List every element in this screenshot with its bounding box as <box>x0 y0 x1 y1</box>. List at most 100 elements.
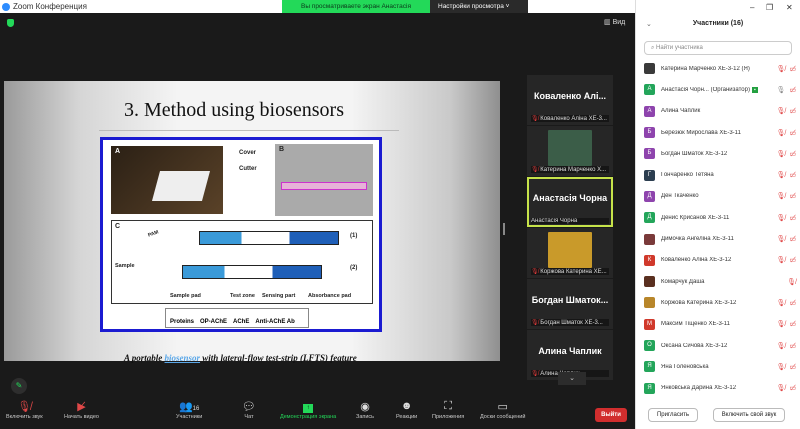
participant-row[interactable]: М Максим Тіщенко ХЕ-3-11 🎙︎̸ ▭̸ <box>644 314 796 335</box>
meeting-area: ▥ Вид 3. Method using biosensors A B Cov… <box>0 13 635 429</box>
participant-status: 🎙︎̸ <box>770 278 796 286</box>
slide-title: 3. Method using biosensors <box>124 99 344 121</box>
video-off-icon: ▭̸ <box>789 172 796 180</box>
search-placeholder: Найти участника <box>656 45 703 51</box>
participant-row[interactable]: Д Денис Крисанов ХЕ-3-11 🎙︎̸ ▭̸ <box>644 207 796 228</box>
video-tile[interactable]: Анастасія Чорна Анастасія Чорна <box>527 177 613 227</box>
video-off-icon: ▭̸ <box>789 363 796 371</box>
gallery-scroll-down-button[interactable]: ⌄ <box>558 372 586 385</box>
splitter-handle[interactable] <box>503 223 505 235</box>
caption-text: with lateral-flow test-strip (LFTS) feat… <box>200 353 357 363</box>
avatar: Б <box>644 127 655 139</box>
chat-button[interactable]: 💬︎ Чат <box>242 400 256 420</box>
video-tile[interactable]: Коваленко Алі... 🎙︎̸ Коваленко Аліна ХЕ-3… <box>527 75 613 125</box>
mic-muted-icon: 🎙︎̸ <box>776 257 786 265</box>
participant-row[interactable]: Б Березюк Мирослава ХЕ-3-11 🎙︎̸ ▭̸ <box>644 122 796 143</box>
participants-title: Участники (16) <box>692 20 744 27</box>
participant-status: 🎙︎̸ ▭̸ <box>770 299 796 307</box>
cover-label: Cover <box>239 150 257 156</box>
apps-button[interactable]: ⛶ Приложения <box>432 400 464 420</box>
participant-name: Алина Чаплик <box>661 108 770 114</box>
security-shield-icon[interactable] <box>7 19 14 27</box>
video-tile[interactable]: 🎙︎̸ Катерина Марченко Х... <box>527 126 613 176</box>
avatar: Д <box>644 190 655 202</box>
tile-name-large: Алина Чаплик <box>538 346 602 356</box>
view-settings-button[interactable]: Настройки просмотра ˅ <box>430 0 528 13</box>
mic-muted-icon: 🎙︎̸ <box>776 193 786 201</box>
mic-muted-icon: 🎙︎̸ <box>776 342 786 350</box>
avatar: Я <box>644 361 655 373</box>
caption-link[interactable]: biosensor <box>165 353 201 363</box>
mic-muted-icon: 🎙︎̸ <box>776 150 786 158</box>
annotate-pen-icon[interactable]: ✎ <box>11 378 27 394</box>
video-tile[interactable]: 🎙︎̸ Коржова Катерина ХЕ... <box>527 228 613 278</box>
mic-muted-icon: 🎙︎̸ <box>776 236 786 244</box>
participant-row[interactable]: Д Ден Ткаченко 🎙︎̸ ▭̸ <box>644 186 796 207</box>
mic-muted-icon: 🎙︎̸ <box>776 108 786 116</box>
view-button[interactable]: ▥ Вид <box>604 18 625 26</box>
video-gallery: Коваленко Алі... 🎙︎̸ Коваленко Аліна ХЕ-3… <box>527 75 613 381</box>
test-zone-label: Test zone <box>230 293 255 299</box>
reactions-button[interactable]: ☻ Реакции <box>396 400 417 420</box>
participant-name-text: Денис Крисанов ХЕ-3-11 <box>661 214 730 221</box>
panel-c: C PAM Sample (1) (2) Sample pad Test zon… <box>111 220 373 304</box>
tile-name-large: Анастасія Чорна <box>532 193 608 203</box>
view-settings-label: Настройки просмотра <box>438 3 504 10</box>
view-label: Вид <box>612 19 626 26</box>
invite-button[interactable]: Пригласить <box>648 408 698 422</box>
participant-row[interactable]: Коржова Катерина ХЕ-3-12 🎙︎̸ ▭̸ <box>644 292 796 313</box>
participant-search-input[interactable]: ⌕ Найти участника <box>644 41 792 55</box>
device-photo <box>111 146 223 214</box>
video-off-icon: ▭̸ <box>789 321 796 329</box>
participants-button[interactable]: 👥16 Участники <box>176 400 202 420</box>
whiteboard-button[interactable]: ▭ Доски сообщений <box>480 400 525 420</box>
restore-icon[interactable]: ❐ <box>766 3 773 12</box>
panel-b-label: B <box>279 146 285 153</box>
participant-name: Коржова Катерина ХЕ-3-12 <box>661 300 770 306</box>
participant-status: 🎙︎̸ ▭̸ <box>770 342 796 350</box>
participant-status: 🎙︎̸ ▭̸ <box>770 384 796 392</box>
participant-row[interactable]: А Анастасія Чорн... (Организатор) ▪ 🎙︎ ▭̸ <box>644 79 796 100</box>
avatar <box>644 276 655 288</box>
view-banner: Вы просматриваете экран Анастасія Чорна … <box>282 0 528 23</box>
participant-row[interactable]: Б Богдан Шматок ХЕ-3-12 🎙︎̸ ▭̸ <box>644 143 796 164</box>
minimize-icon[interactable]: – <box>750 3 754 12</box>
video-tile[interactable]: Богдан Шматок... 🎙︎̸ Богдан Шматок ХЕ-3..… <box>527 279 613 329</box>
path-2-label: (2) <box>350 265 358 271</box>
participant-row[interactable]: К Коваленко Аліна ХЕ-3-12 🎙︎̸ ▭̸ <box>644 250 796 271</box>
chevron-down-icon: ˅ <box>505 3 510 10</box>
mic-muted-icon: 🎙︎̸ <box>531 320 541 326</box>
slide-divider <box>99 130 399 131</box>
participant-row[interactable]: Я Янковська Дарина ХЕ-3-12 🎙︎̸ ▭̸ <box>644 377 796 398</box>
record-button[interactable]: ◉ Запись <box>356 400 374 420</box>
avatar <box>644 297 655 309</box>
participant-name-text: Катерина Марченко ХЕ-3-12 (Я) <box>661 65 750 72</box>
sample-pad-label: Sample pad <box>170 293 201 299</box>
participant-row[interactable]: Катерина Марченко ХЕ-3-12 (Я) 🎙︎̸ ▭̸ <box>644 58 796 79</box>
leave-button[interactable]: Выйти <box>595 408 627 422</box>
participant-video <box>548 130 592 166</box>
panel-c-label: C <box>115 223 121 230</box>
start-video-button[interactable]: ▶̸ Начать видео <box>64 400 99 420</box>
window-title: Zoom Конференция <box>13 2 87 11</box>
avatar <box>644 63 655 75</box>
legend-item: Anti-AChE Ab <box>255 319 295 325</box>
participant-name-text: Алина Чаплик <box>661 108 701 115</box>
participant-status: 🎙︎̸ ▭̸ <box>770 363 796 371</box>
participant-row[interactable]: Г Гончаренко Тетяна 🎙︎̸ ▭̸ <box>644 164 796 185</box>
participant-row[interactable]: А Алина Чаплик 🎙︎̸ ▭̸ <box>644 101 796 122</box>
participant-row[interactable]: О Оксана Сичова ХЕ-3-12 🎙︎̸ ▭̸ <box>644 335 796 356</box>
participant-row[interactable]: Я Яна Голеновська 🎙︎̸ ▭̸ <box>644 356 796 377</box>
close-icon[interactable]: ✕ <box>786 3 793 12</box>
participant-row[interactable]: Димочка Ангеліна ХЕ-3-11 🎙︎̸ ▭̸ <box>644 228 796 249</box>
participant-name-text: Оксана Сичова ХЕ-3-12 <box>661 342 728 349</box>
share-screen-button[interactable]: ↑ Демонстрация экрана <box>280 400 336 420</box>
unmute-button[interactable]: 🎙︎̸ Включить звук <box>6 400 43 420</box>
participant-status: 🎙︎̸ ▭̸ <box>770 320 796 328</box>
video-off-icon: ▭̸ <box>789 193 796 201</box>
caption-text: A portable <box>124 353 165 363</box>
participant-row[interactable]: Комарчук Даша 🎙︎̸ <box>644 271 796 292</box>
unmute-myself-button[interactable]: Включить свой звук <box>713 408 785 422</box>
mic-muted-icon: 🎙︎̸ <box>776 321 786 329</box>
meeting-toolbar: 🎙︎̸ Включить звук ▶̸ Начать видео 👥16 Участ… <box>0 396 635 429</box>
